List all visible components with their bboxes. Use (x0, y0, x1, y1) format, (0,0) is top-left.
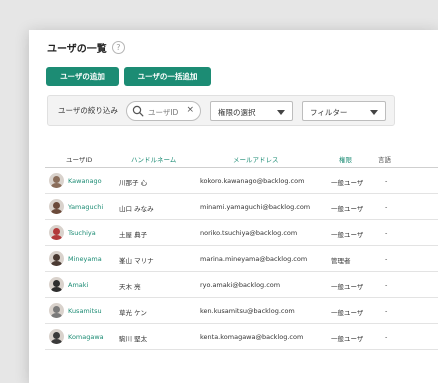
email-cell: ryo.amaki@backlog.com (200, 281, 281, 289)
search-icon (132, 105, 144, 117)
user-id-link[interactable]: Kawanago (68, 177, 102, 185)
title-row: ユーザの一覧 ? (47, 40, 125, 55)
header-role[interactable]: 権限 (339, 154, 352, 164)
role-cell: 一般ユーザ (331, 179, 364, 187)
header-handle[interactable]: ハンドルネーム (131, 154, 176, 164)
user-id-link[interactable]: Komagawa (68, 333, 104, 341)
avatar-body (51, 261, 62, 266)
avatar (49, 277, 64, 292)
handle-cell: 草光 ケン (119, 309, 147, 317)
handle-cell: 峯山 マリナ (119, 257, 154, 265)
permission-select-value: 権限の選択 (218, 108, 256, 117)
user-list-panel: ユーザの一覧 ? ユーザの追加 ユーザの一括追加 ユーザの絞り込み ユーザID … (29, 30, 438, 383)
permission-select[interactable]: 権限の選択 (210, 101, 293, 121)
user-id-link[interactable]: Amaki (68, 281, 88, 289)
handle-cell: 天木 亮 (119, 283, 141, 291)
user-table: ユーザID ハンドルネーム メールアドレス 権限 言語 Kawanago 川那子 … (45, 150, 438, 350)
avatar-head (53, 332, 60, 339)
email-cell: marina.mineyama@backlog.com (200, 255, 308, 263)
avatar (49, 173, 64, 188)
filter-select[interactable]: フィルター (302, 101, 386, 121)
table-row[interactable]: Yamaguchi 山口 みなみ minami.yamaguchi@backlog.… (45, 194, 438, 220)
table-row[interactable]: Komagawa 駒川 堅太 kenta.komagawa@backlog.com 一… (45, 324, 438, 350)
language-cell: - (385, 177, 388, 185)
help-icon[interactable]: ? (111, 41, 125, 54)
role-cell: 一般ユーザ (331, 231, 364, 239)
avatar (49, 225, 64, 240)
table-row[interactable]: Tsuchiya 土屋 典子 noriko.tsuchiya@backlog.com… (45, 220, 438, 246)
caret-down-icon (370, 110, 378, 115)
handle-cell: 山口 みなみ (119, 205, 154, 213)
role-cell: 一般ユーザ (331, 283, 364, 291)
user-id-link[interactable]: Kusamitsu (68, 307, 102, 315)
avatar-head (53, 306, 60, 313)
avatar (49, 303, 64, 318)
email-cell: minami.yamaguchi@backlog.com (200, 203, 311, 211)
language-cell: - (385, 307, 388, 315)
handle-cell: 土屋 典子 (119, 231, 148, 239)
email-cell: noriko.tsuchiya@backlog.com (200, 229, 298, 237)
table-row[interactable]: Kawanago 川那子 心 kokoro.kawanago@backlog.com… (45, 168, 438, 194)
handle-cell: 川那子 心 (119, 179, 148, 187)
header-email[interactable]: メールアドレス (233, 154, 279, 164)
avatar-head (53, 280, 60, 287)
role-cell: 一般ユーザ (331, 205, 364, 213)
language-cell: - (385, 281, 388, 289)
email-cell: ken.kusamitsu@backlog.com (200, 307, 295, 315)
role-cell: 管理者 (331, 257, 351, 265)
table-row[interactable]: Amaki 天木 亮 ryo.amaki@backlog.com 一般ユーザ - (45, 272, 438, 298)
user-id-link[interactable]: Yamaguchi (68, 203, 103, 211)
email-cell: kokoro.kawanago@backlog.com (200, 177, 305, 185)
avatar-head (53, 202, 60, 209)
avatar-body (51, 235, 62, 240)
avatar-body (51, 313, 62, 318)
language-cell: - (385, 229, 388, 237)
table-header: ユーザID ハンドルネーム メールアドレス 権限 言語 (45, 150, 438, 168)
avatar-body (51, 339, 62, 344)
filter-label: ユーザの絞り込み (58, 106, 118, 115)
filter-select-value: フィルター (310, 108, 348, 117)
user-id-link[interactable]: Tsuchiya (68, 229, 96, 237)
table-row[interactable]: Kusamitsu 草光 ケン ken.kusamitsu@backlog.com 一… (45, 298, 438, 324)
language-cell: - (385, 203, 388, 211)
filter-bar: ユーザの絞り込み ユーザID × 権限の選択 フィルター (47, 95, 395, 126)
role-cell: 一般ユーザ (331, 335, 364, 343)
avatar-body (51, 209, 62, 214)
header-user-id[interactable]: ユーザID (66, 154, 92, 164)
avatar-head (53, 254, 60, 261)
language-cell: - (385, 333, 388, 341)
email-cell: kenta.komagawa@backlog.com (200, 333, 304, 341)
avatar-head (53, 176, 60, 183)
language-cell: - (385, 255, 388, 263)
role-cell: 一般ユーザ (331, 309, 364, 317)
table-row[interactable]: Mineyama 峯山 マリナ marina.mineyama@backlog.co… (45, 246, 438, 272)
avatar-body (51, 183, 62, 188)
user-id-link[interactable]: Mineyama (68, 255, 102, 263)
header-language: 言語 (378, 156, 391, 164)
clear-icon[interactable]: × (186, 105, 194, 115)
avatar (49, 199, 64, 214)
bulk-add-user-button[interactable]: ユーザの一括追加 (124, 67, 211, 86)
page-title: ユーザの一覧 (47, 44, 107, 55)
search-placeholder: ユーザID (148, 108, 179, 117)
avatar (49, 329, 64, 344)
avatar-body (51, 287, 62, 292)
avatar-head (53, 228, 60, 235)
user-id-search-input[interactable]: ユーザID × (126, 101, 201, 121)
caret-down-icon (277, 110, 285, 115)
handle-cell: 駒川 堅太 (119, 335, 148, 343)
avatar (49, 251, 64, 266)
add-user-button[interactable]: ユーザの追加 (46, 67, 119, 86)
table-body: Kawanago 川那子 心 kokoro.kawanago@backlog.com… (45, 168, 438, 350)
